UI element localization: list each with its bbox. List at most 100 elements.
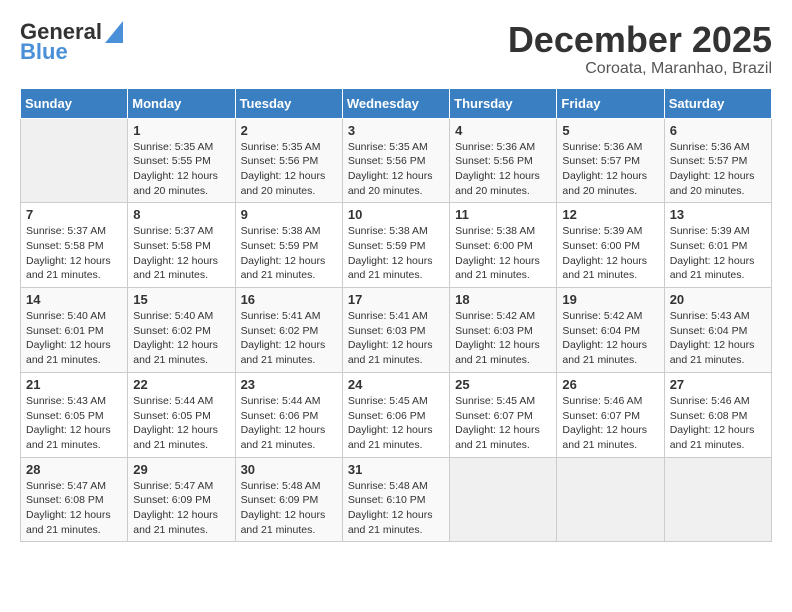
day-number: 24 (348, 377, 444, 392)
day-detail: Sunrise: 5:45 AMSunset: 6:06 PMDaylight:… (348, 394, 444, 453)
day-detail: Sunrise: 5:48 AMSunset: 6:10 PMDaylight:… (348, 479, 444, 538)
calendar-cell: 17Sunrise: 5:41 AMSunset: 6:03 PMDayligh… (342, 288, 449, 373)
calendar-cell: 12 Sunrise: 5:39 AMSunset: 6:00 PMDayligh… (557, 203, 664, 288)
day-detail: Sunrise: 5:35 AMSunset: 5:55 PMDaylight:… (133, 140, 229, 199)
calendar-cell: 10 Sunrise: 5:38 AMSunset: 5:59 PMDayligh… (342, 203, 449, 288)
day-number: 18 (455, 292, 551, 307)
calendar-cell: 7 Sunrise: 5:37 AMSunset: 5:58 PMDaylight… (21, 203, 128, 288)
day-detail: Sunrise: 5:41 AMSunset: 6:02 PMDaylight:… (241, 309, 337, 368)
day-header-saturday: Saturday (664, 88, 771, 118)
calendar-cell: 25 Sunrise: 5:45 AMSunset: 6:07 PMDayligh… (450, 372, 557, 457)
calendar-cell: 14 Sunrise: 5:40 AMSunset: 6:01 PMDayligh… (21, 288, 128, 373)
day-header-friday: Friday (557, 88, 664, 118)
day-number: 10 (348, 207, 444, 222)
day-detail: Sunrise: 5:47 AMSunset: 6:09 PMDaylight:… (133, 479, 229, 538)
day-detail: Sunrise: 5:39 AMSunset: 6:00 PMDaylight:… (562, 224, 658, 283)
day-number: 23 (241, 377, 337, 392)
day-header-wednesday: Wednesday (342, 88, 449, 118)
day-detail: Sunrise: 5:42 AMSunset: 6:03 PMDaylight:… (455, 309, 551, 368)
day-detail: Sunrise: 5:38 AMSunset: 5:59 PMDaylight:… (241, 224, 337, 283)
subtitle: Coroata, Maranhao, Brazil (508, 60, 772, 78)
logo: General Blue (20, 20, 123, 64)
calendar-cell (450, 457, 557, 542)
day-detail: Sunrise: 5:37 AMSunset: 5:58 PMDaylight:… (133, 224, 229, 283)
day-number: 16 (241, 292, 337, 307)
day-number: 30 (241, 462, 337, 477)
day-number: 9 (241, 207, 337, 222)
calendar-cell: 1 Sunrise: 5:35 AMSunset: 5:55 PMDaylight… (128, 118, 235, 203)
calendar-cell: 31 Sunrise: 5:48 AMSunset: 6:10 PMDayligh… (342, 457, 449, 542)
calendar-cell: 29 Sunrise: 5:47 AMSunset: 6:09 PMDayligh… (128, 457, 235, 542)
calendar-cell: 9 Sunrise: 5:38 AMSunset: 5:59 PMDaylight… (235, 203, 342, 288)
day-number: 3 (348, 123, 444, 138)
day-detail: Sunrise: 5:40 AMSunset: 6:01 PMDaylight:… (26, 309, 122, 368)
calendar-cell: 27 Sunrise: 5:46 AMSunset: 6:08 PMDayligh… (664, 372, 771, 457)
day-number: 7 (26, 207, 122, 222)
calendar-cell: 5Sunrise: 5:36 AMSunset: 5:57 PMDaylight… (557, 118, 664, 203)
calendar-cell: 18 Sunrise: 5:42 AMSunset: 6:03 PMDayligh… (450, 288, 557, 373)
day-detail: Sunrise: 5:38 AMSunset: 5:59 PMDaylight:… (348, 224, 444, 283)
day-header-tuesday: Tuesday (235, 88, 342, 118)
calendar-cell: 28 Sunrise: 5:47 AMSunset: 6:08 PMDayligh… (21, 457, 128, 542)
calendar-cell: 26 Sunrise: 5:46 AMSunset: 6:07 PMDayligh… (557, 372, 664, 457)
day-detail: Sunrise: 5:35 AMSunset: 5:56 PMDaylight:… (348, 140, 444, 199)
day-number: 31 (348, 462, 444, 477)
day-number: 2 (241, 123, 337, 138)
day-detail: Sunrise: 5:40 AMSunset: 6:02 PMDaylight:… (133, 309, 229, 368)
day-number: 17 (348, 292, 444, 307)
day-number: 4 (455, 123, 551, 138)
day-detail: Sunrise: 5:45 AMSunset: 6:07 PMDaylight:… (455, 394, 551, 453)
day-detail: Sunrise: 5:36 AMSunset: 5:56 PMDaylight:… (455, 140, 551, 199)
day-detail: Sunrise: 5:48 AMSunset: 6:09 PMDaylight:… (241, 479, 337, 538)
calendar-cell: 16 Sunrise: 5:41 AMSunset: 6:02 PMDayligh… (235, 288, 342, 373)
day-number: 8 (133, 207, 229, 222)
day-number: 5 (562, 123, 658, 138)
calendar-cell: 3 Sunrise: 5:35 AMSunset: 5:56 PMDaylight… (342, 118, 449, 203)
calendar-table: SundayMondayTuesdayWednesdayThursdayFrid… (20, 88, 772, 543)
calendar-cell: 22 Sunrise: 5:44 AMSunset: 6:05 PMDayligh… (128, 372, 235, 457)
day-number: 27 (670, 377, 766, 392)
day-detail: Sunrise: 5:36 AMSunset: 5:57 PMDaylight:… (670, 140, 766, 199)
day-number: 12 (562, 207, 658, 222)
day-header-sunday: Sunday (21, 88, 128, 118)
calendar-cell: 20 Sunrise: 5:43 AMSunset: 6:04 PMDayligh… (664, 288, 771, 373)
calendar-cell: 23Sunrise: 5:44 AMSunset: 6:06 PMDayligh… (235, 372, 342, 457)
day-number: 26 (562, 377, 658, 392)
day-detail: Sunrise: 5:38 AMSunset: 6:00 PMDaylight:… (455, 224, 551, 283)
calendar-cell: 6 Sunrise: 5:36 AMSunset: 5:57 PMDaylight… (664, 118, 771, 203)
day-number: 21 (26, 377, 122, 392)
calendar-cell (21, 118, 128, 203)
day-detail: Sunrise: 5:42 AMSunset: 6:04 PMDaylight:… (562, 309, 658, 368)
month-title: December 2025 (508, 20, 772, 60)
calendar-cell: 13Sunrise: 5:39 AMSunset: 6:01 PMDayligh… (664, 203, 771, 288)
calendar-cell: 15 Sunrise: 5:40 AMSunset: 6:02 PMDayligh… (128, 288, 235, 373)
day-detail: Sunrise: 5:43 AMSunset: 6:04 PMDaylight:… (670, 309, 766, 368)
day-detail: Sunrise: 5:37 AMSunset: 5:58 PMDaylight:… (26, 224, 122, 283)
day-number: 14 (26, 292, 122, 307)
day-header-monday: Monday (128, 88, 235, 118)
calendar-cell: 19 Sunrise: 5:42 AMSunset: 6:04 PMDayligh… (557, 288, 664, 373)
day-detail: Sunrise: 5:39 AMSunset: 6:01 PMDaylight:… (670, 224, 766, 283)
day-detail: Sunrise: 5:46 AMSunset: 6:08 PMDaylight:… (670, 394, 766, 453)
day-number: 28 (26, 462, 122, 477)
calendar-cell (664, 457, 771, 542)
calendar-cell: 21 Sunrise: 5:43 AMSunset: 6:05 PMDayligh… (21, 372, 128, 457)
day-number: 20 (670, 292, 766, 307)
day-detail: Sunrise: 5:46 AMSunset: 6:07 PMDaylight:… (562, 394, 658, 453)
day-number: 25 (455, 377, 551, 392)
day-detail: Sunrise: 5:47 AMSunset: 6:08 PMDaylight:… (26, 479, 122, 538)
title-block: December 2025 Coroata, Maranhao, Brazil (508, 20, 772, 78)
day-number: 22 (133, 377, 229, 392)
day-number: 15 (133, 292, 229, 307)
calendar-cell: 4 Sunrise: 5:36 AMSunset: 5:56 PMDaylight… (450, 118, 557, 203)
day-number: 6 (670, 123, 766, 138)
calendar-cell: 30 Sunrise: 5:48 AMSunset: 6:09 PMDayligh… (235, 457, 342, 542)
day-number: 19 (562, 292, 658, 307)
calendar-cell (557, 457, 664, 542)
day-detail: Sunrise: 5:43 AMSunset: 6:05 PMDaylight:… (26, 394, 122, 453)
day-number: 1 (133, 123, 229, 138)
header: General Blue December 2025 Coroata, Mara… (20, 20, 772, 78)
day-number: 29 (133, 462, 229, 477)
day-detail: Sunrise: 5:44 AMSunset: 6:05 PMDaylight:… (133, 394, 229, 453)
day-header-thursday: Thursday (450, 88, 557, 118)
